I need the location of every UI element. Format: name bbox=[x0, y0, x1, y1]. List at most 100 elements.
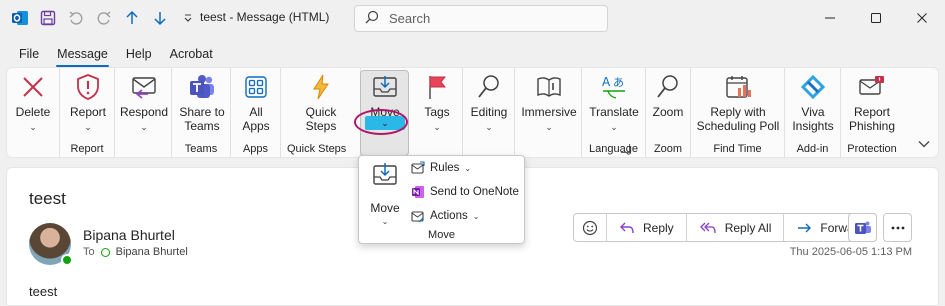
search-icon bbox=[365, 10, 379, 27]
chevron-down-icon: ⌄ bbox=[545, 122, 553, 132]
redo-icon[interactable] bbox=[94, 8, 114, 28]
chevron-down-icon: ⌄ bbox=[140, 122, 148, 132]
move-dropdown-menu: Move ⌄ Rules ⌄ Send to OneNote Actions ⌄… bbox=[358, 155, 525, 244]
recipient-name[interactable]: Bipana Bhurtel bbox=[116, 246, 188, 258]
undo-icon[interactable] bbox=[66, 8, 86, 28]
tab-acrobat[interactable]: Acrobat bbox=[161, 44, 222, 66]
move-to-folder-icon bbox=[369, 71, 401, 103]
search-input[interactable] bbox=[389, 11, 589, 26]
group-zoom: Zoom Zoom bbox=[646, 68, 691, 157]
viva-insights-button[interactable]: Viva Insights bbox=[789, 71, 837, 133]
tab-help[interactable]: Help bbox=[117, 44, 161, 66]
outlook-logo-icon bbox=[10, 8, 30, 28]
ribbon-options-chevron-icon[interactable] bbox=[918, 140, 930, 151]
window-controls bbox=[807, 0, 945, 36]
sender-name[interactable]: Bipana Bhurtel bbox=[83, 227, 175, 243]
reply-all-arrow-icon bbox=[699, 222, 716, 233]
group-label-zoom: Zoom bbox=[653, 143, 683, 155]
book-reader-icon bbox=[533, 71, 565, 103]
report-button[interactable]: Report ⌄ bbox=[66, 71, 110, 134]
arrow-down-icon[interactable] bbox=[150, 8, 170, 28]
editing-label: Editing bbox=[470, 105, 508, 119]
message-subject: teest bbox=[29, 189, 66, 208]
send-to-onenote-menu-item[interactable]: Send to OneNote bbox=[411, 185, 519, 199]
reply-arrow-icon bbox=[620, 222, 634, 233]
annotation-ellipse bbox=[354, 109, 408, 135]
reply-all-button[interactable]: Reply All bbox=[687, 214, 785, 241]
viva-insights-icon bbox=[797, 71, 829, 103]
all-apps-button[interactable]: All Apps bbox=[235, 71, 277, 133]
move-to-folder-icon bbox=[371, 160, 399, 193]
reply-label: Reply bbox=[643, 220, 674, 235]
reply-all-label: Reply All bbox=[724, 220, 772, 235]
group-protection: Report Phishing Protection bbox=[841, 68, 903, 157]
arrow-up-icon[interactable] bbox=[122, 8, 142, 28]
group-language: Aあ Translate ⌄ Language bbox=[582, 68, 646, 157]
minimize-button[interactable] bbox=[807, 0, 853, 36]
shield-alert-icon bbox=[72, 71, 104, 103]
calendar-poll-icon bbox=[722, 71, 754, 103]
ribbon-tabs: File Message Help Acrobat bbox=[10, 44, 222, 67]
group-label-language: Language bbox=[589, 143, 638, 155]
chevron-down-icon: ⌄ bbox=[485, 122, 493, 132]
group-quick-steps: Quick Steps Quick Steps bbox=[281, 68, 630, 157]
editing-button[interactable]: Editing ⌄ bbox=[465, 71, 513, 134]
delete-button[interactable]: Delete ⌄ bbox=[13, 71, 53, 134]
group-respond: Respond ⌄ bbox=[115, 68, 172, 157]
group-apps: All Apps Apps bbox=[231, 68, 281, 157]
group-add-in: Viva Insights Add-in bbox=[785, 68, 841, 157]
respond-button[interactable]: Respond ⌄ bbox=[119, 71, 169, 134]
report-phishing-button[interactable]: Report Phishing bbox=[845, 71, 899, 133]
dropdown-move-button[interactable]: Move ⌄ bbox=[363, 160, 407, 230]
svg-text:あ: あ bbox=[613, 76, 624, 89]
chevron-down-icon: ⌄ bbox=[84, 122, 92, 132]
report-label: Report bbox=[69, 105, 107, 119]
delete-icon bbox=[17, 71, 49, 103]
save-icon[interactable] bbox=[38, 8, 58, 28]
teams-chat-button[interactable] bbox=[848, 213, 877, 242]
maximize-button[interactable] bbox=[853, 0, 899, 36]
respond-label: Respond bbox=[119, 105, 169, 119]
immersive-label: Immersive bbox=[521, 105, 577, 119]
group-editing: Editing ⌄ bbox=[463, 68, 515, 157]
actions-label: Actions bbox=[430, 210, 468, 222]
rules-menu-item[interactable]: Rules ⌄ bbox=[411, 161, 471, 175]
group-delete: Delete ⌄ bbox=[7, 68, 60, 157]
group-label-report: Report bbox=[70, 143, 104, 155]
customize-toolbar-icon[interactable] bbox=[178, 8, 198, 28]
chevron-down-icon: ⌄ bbox=[464, 163, 472, 173]
presence-check-icon bbox=[100, 247, 110, 257]
apps-grid-icon bbox=[240, 71, 272, 103]
tab-message[interactable]: Message bbox=[48, 44, 117, 67]
chevron-down-icon: ⌄ bbox=[433, 122, 441, 132]
tab-file[interactable]: File bbox=[10, 44, 48, 66]
send-to-onenote-label: Send to OneNote bbox=[430, 186, 519, 198]
chevron-down-icon: ⌄ bbox=[381, 217, 389, 226]
svg-text:A: A bbox=[602, 75, 611, 89]
reply-with-scheduling-poll-button[interactable]: Reply with Scheduling Poll bbox=[695, 71, 781, 133]
more-options-button[interactable] bbox=[883, 213, 912, 242]
group-label-find-time: Find Time bbox=[713, 143, 762, 155]
report-phishing-icon bbox=[856, 71, 888, 103]
dropdown-move-label: Move bbox=[370, 201, 400, 215]
envelope-reply-icon bbox=[128, 71, 160, 103]
smiley-icon bbox=[582, 220, 598, 235]
share-to-teams-button[interactable]: Share to Teams bbox=[176, 71, 228, 133]
reaction-button[interactable] bbox=[574, 214, 607, 241]
close-button[interactable] bbox=[899, 0, 945, 36]
group-teams: Share to Teams Teams bbox=[172, 68, 231, 157]
translate-button[interactable]: Aあ Translate ⌄ bbox=[586, 71, 642, 134]
flag-icon bbox=[421, 71, 453, 103]
quick-steps-button[interactable]: Quick Steps bbox=[297, 71, 345, 133]
reply-button[interactable]: Reply bbox=[607, 214, 687, 241]
tags-button[interactable]: Tags ⌄ bbox=[417, 71, 457, 134]
dropdown-group-label: Move bbox=[428, 229, 455, 241]
quick-access-toolbar bbox=[0, 8, 198, 28]
teams-icon bbox=[186, 71, 218, 103]
translate-label: Translate bbox=[589, 105, 639, 119]
search-box[interactable] bbox=[354, 5, 608, 32]
immersive-button[interactable]: Immersive ⌄ bbox=[519, 71, 579, 134]
lightning-icon bbox=[305, 71, 337, 103]
zoom-button[interactable]: Zoom bbox=[648, 71, 688, 119]
actions-menu-item[interactable]: Actions ⌄ bbox=[411, 209, 479, 223]
